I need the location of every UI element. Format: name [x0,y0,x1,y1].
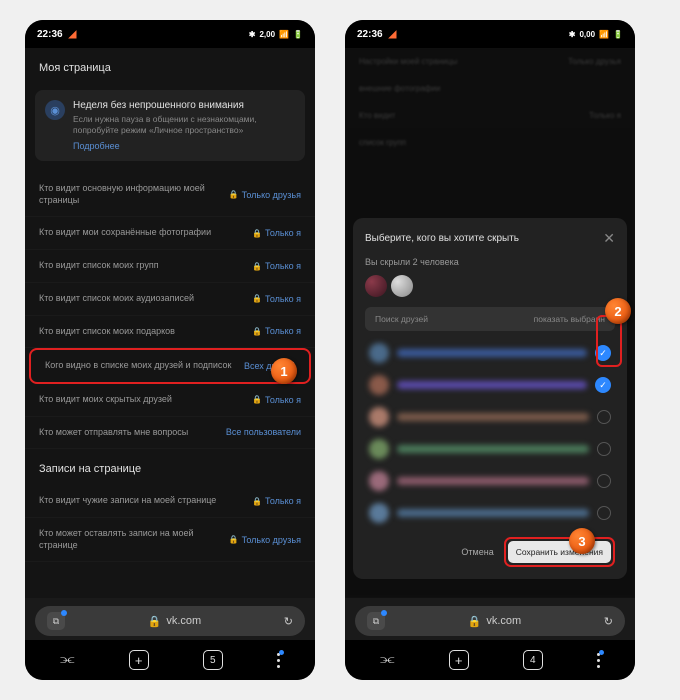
tabs-button[interactable]: 5 [203,650,223,670]
avatar [369,471,389,491]
setting-others-posts[interactable]: Кто видит чужие записи на моей странице … [25,485,315,518]
lock-icon: 🔒 [229,535,239,544]
avatar[interactable] [365,275,387,297]
modal-title: Выберите, кого вы хотите скрыть [365,233,519,244]
card-text: Если нужна пауза в общении с незнакомцам… [73,114,295,136]
avatar [369,343,389,363]
setting-groups[interactable]: Кто видит список моих групп 🔒Только я [25,250,315,283]
checkbox-unchecked[interactable] [597,442,611,456]
friend-row[interactable]: ✓ [365,337,615,369]
new-tab-button[interactable]: + [449,650,469,670]
lock-icon: 🔒 [468,615,482,628]
avatar [369,407,389,427]
status-bar: 22:36 ◢ ✱0,00📶🔋 [345,20,635,48]
setting-friends-list-visibility[interactable]: Кого видно в списке моих друзей и подпис… [29,348,311,384]
modal-screen: Настройки моей страницыТолько друзья вне… [345,48,635,598]
selected-avatars [365,275,615,297]
setting-gifts[interactable]: Кто видит список моих подарков 🔒Только я [25,316,315,349]
step-marker-1: 1 [271,358,297,384]
friend-name-blur [397,445,589,453]
friend-search-input[interactable]: Поиск друзей показать выбранн [365,307,615,331]
avatar [369,375,389,395]
lock-icon: 🔒 [252,262,262,271]
lock-icon: 🔒 [252,497,262,506]
close-icon[interactable]: ✕ [603,230,615,247]
browser-url-bar: ⧉ 🔒 vk.com ↻ [25,598,315,640]
lock-icon: 🔒 [252,294,262,303]
address-bar[interactable]: ⧉ 🔒 vk.com ↻ [355,606,625,636]
friend-row[interactable] [365,497,615,529]
tabs-button[interactable]: 4 [523,650,543,670]
browser-bottom-nav: ⫘ + 5 [25,640,315,680]
new-tab-button[interactable]: + [129,650,149,670]
cancel-button[interactable]: Отмена [461,547,493,557]
checkbox-checked[interactable]: ✓ [595,377,611,393]
checkbox-unchecked[interactable] [597,506,611,520]
setting-profile-visibility[interactable]: Кто видит основную информацию моей стран… [25,173,315,217]
tab-count-badge[interactable]: ⧉ [367,612,385,630]
menu-button[interactable] [597,653,600,668]
setting-audio[interactable]: Кто видит список моих аудиозаписей 🔒Толь… [25,283,315,316]
hide-friends-modal: Выберите, кого вы хотите скрыть ✕ Вы скр… [353,218,627,579]
lock-icon: 🔒 [252,229,262,238]
friend-row[interactable] [365,465,615,497]
lock-icon: 🔒 [148,615,162,628]
section-my-page: Моя страница [25,48,315,84]
step-marker-3: 3 [569,528,595,554]
browser-url-bar: ⧉ 🔒 vk.com ↻ [345,598,635,640]
status-icon: ◢ [69,29,77,40]
step-marker-2: 2 [605,298,631,324]
lock-icon: 🔒 [252,327,262,336]
setting-questions[interactable]: Кто может отправлять мне вопросы Все пол… [25,417,315,450]
reload-icon[interactable]: ↻ [604,615,613,628]
friend-name-blur [397,509,589,517]
status-time: 22:36 [37,29,63,40]
phone-right: 22:36 ◢ ✱0,00📶🔋 Настройки моей страницыТ… [345,20,635,680]
lock-icon: 🔒 [229,190,239,199]
hidden-count-label: Вы скрыли 2 человека [365,257,615,267]
setting-saved-photos[interactable]: Кто видит мои сохранённые фотографии 🔒То… [25,217,315,250]
share-icon[interactable]: ⫘ [380,651,394,669]
status-right: ✱0,00📶🔋 [569,30,623,39]
url-text: vk.com [486,615,521,627]
friend-row[interactable] [365,401,615,433]
setting-hidden-friends[interactable]: Кто видит моих скрытых друзей 🔒Только я [25,384,315,417]
friend-name-blur [397,477,589,485]
url-text: vk.com [166,615,201,627]
status-right: ✱2,00📶🔋 [249,30,303,39]
shield-icon: ◉ [45,100,65,120]
address-bar[interactable]: ⧉ 🔒 vk.com ↻ [35,606,305,636]
friend-name-blur [397,349,587,357]
status-time: 22:36 [357,29,383,40]
lock-icon: 🔒 [252,395,262,404]
avatar[interactable] [391,275,413,297]
avatar [369,503,389,523]
save-highlight: Сохранить изменения [504,537,615,567]
save-button[interactable]: Сохранить изменения [508,541,611,563]
friend-row[interactable]: ✓ [365,369,615,401]
browser-bottom-nav: ⫘ + 4 [345,640,635,680]
status-icon: ◢ [389,29,397,40]
phone-left: 22:36 ◢ ✱2,00📶🔋 Моя страница ◉ Неделя бе… [25,20,315,680]
card-more-link[interactable]: Подробнее [73,141,295,151]
setting-who-can-post[interactable]: Кто может оставлять записи на моей стран… [25,518,315,562]
friend-name-blur [397,413,589,421]
status-bar: 22:36 ◢ ✱2,00📶🔋 [25,20,315,48]
share-icon[interactable]: ⫘ [60,651,74,669]
menu-button[interactable] [277,653,280,668]
settings-screen: Моя страница ◉ Неделя без непрошенного в… [25,48,315,598]
checkbox-unchecked[interactable] [597,410,611,424]
checkbox-unchecked[interactable] [597,474,611,488]
promo-card[interactable]: ◉ Неделя без непрошенного внимания Если … [35,90,305,161]
friend-row[interactable] [365,433,615,465]
friend-name-blur [397,381,587,389]
tab-count-badge[interactable]: ⧉ [47,612,65,630]
card-title: Неделя без непрошенного внимания [73,100,295,111]
avatar [369,439,389,459]
show-selected-link[interactable]: показать выбранн [534,314,605,324]
section-posts: Записи на странице [25,449,315,485]
reload-icon[interactable]: ↻ [284,615,293,628]
